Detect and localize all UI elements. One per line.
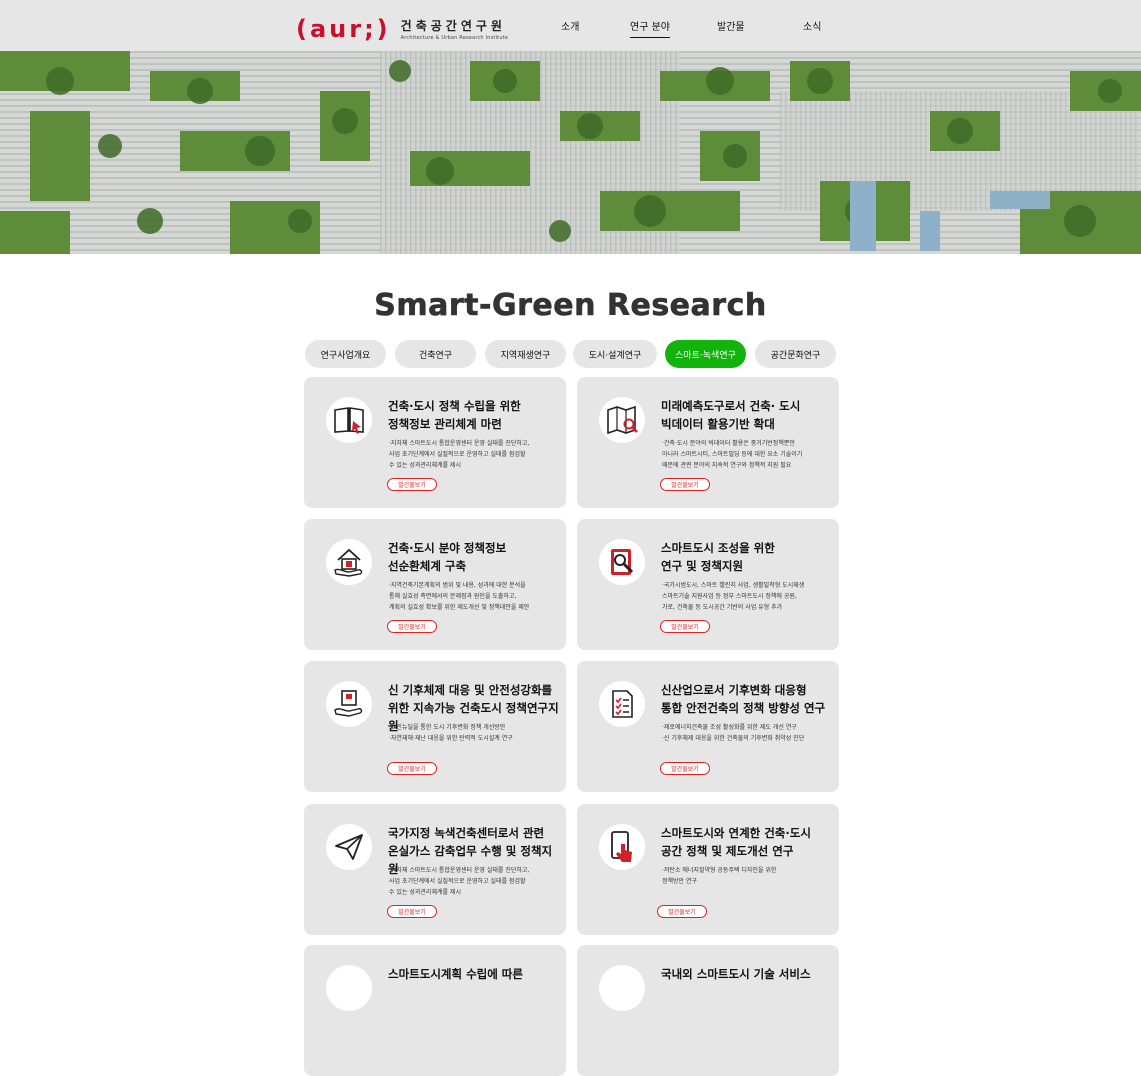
hero-image [0, 51, 1141, 254]
nav-item-research[interactable]: 연구 분야 [630, 18, 670, 38]
tablet-touch-icon [599, 824, 645, 870]
house-hand-icon [326, 539, 372, 585]
research-card: 신 기후체제 대응 및 안전성강화를 위한 지속가능 건축도시 정책연구지원 ·… [304, 661, 566, 792]
card-description: ·저탄소 에너지절약형 공동주택 디자인을 위한 정책방안 연구 [662, 867, 777, 885]
map-search-icon [599, 397, 645, 443]
card-description: ·건축·도시 분야의 빅데이터 활용은 중거기반정책뿐만 아니라 스마트시티, … [662, 440, 803, 469]
logo-name-en: Architecture & Urban Research Institute [400, 35, 509, 41]
view-publication-button[interactable]: 발간물보기 [387, 905, 437, 918]
card-title-line: 국가지정 녹색건축센터로서 관련 [388, 826, 545, 840]
card-description: ·지역건축기본계획의 범위 및 내용, 성과에 대한 분석을 통해 실효성 측면… [389, 582, 530, 611]
card-title-line: 스마트도시와 연계한 건축·도시 [661, 826, 811, 840]
card-title-line: 미래예측도구로서 건축· 도시 [661, 399, 801, 413]
nav-item-intro[interactable]: 소개 [561, 18, 579, 33]
card-title-line: 신 기후체제 대응 및 안전성강화를 [388, 683, 553, 697]
card-description: ·제로에너지건축물 조성 활성화를 위한 제도 개선 연구 ·신 기후체제 대응… [662, 724, 805, 742]
card-title-line: 스마트도시 조성을 위한 [661, 541, 775, 555]
research-card: 스마트도시 조성을 위한 연구 및 정책지원 ·국가시범도시, 스마트 챌린지 … [577, 519, 839, 650]
view-publication-button[interactable]: 발간물보기 [660, 762, 710, 775]
research-card: 신산업으로서 기후변화 대응형 통합 안전건축의 정책 방향성 연구 ·제로에너… [577, 661, 839, 792]
tab-regeneration[interactable]: 지역재생연구 [485, 340, 566, 368]
research-card: 국가지정 녹색건축센터로서 관련 온실가스 감축업무 수행 및 정책지원 ·지자… [304, 804, 566, 935]
site-logo[interactable]: (aur;) 건축공간연구원 Architecture & Urban Rese… [296, 14, 508, 48]
tab-architecture[interactable]: 건축연구 [395, 340, 476, 368]
checklist-icon [599, 681, 645, 727]
card-title-line: 신산업으로서 기후변화 대응형 [661, 683, 807, 697]
view-publication-button[interactable]: 발간물보기 [660, 478, 710, 491]
tab-overview[interactable]: 연구사업개요 [305, 340, 386, 368]
card-title-line: 빅데이터 활용기반 확대 [661, 417, 775, 431]
card-title-line: 선순환체계 구축 [388, 559, 467, 573]
tab-spatial-culture[interactable]: 공간문화연구 [755, 340, 836, 368]
nav-item-publications[interactable]: 발간물 [717, 18, 745, 33]
card-title-line: 통합 안전건축의 정책 방향성 연구 [661, 701, 826, 715]
card-description: ·그린뉴딜을 통한 도시 기후변화 정책 개선방안 ·자연재해·재난 대응을 위… [389, 724, 513, 742]
nav-item-news[interactable]: 소식 [803, 18, 821, 33]
circle-icon [326, 965, 372, 1011]
circle-icon [599, 965, 645, 1011]
view-publication-button[interactable]: 발간물보기 [660, 620, 710, 633]
page-title: Smart-Green Research [374, 288, 767, 324]
box-hand-icon [326, 681, 372, 727]
view-publication-button[interactable]: 발간물보기 [387, 478, 437, 491]
research-card: 건축·도시 정책 수립을 위한 정책정보 관리체계 마련 ·지자체 스마트도시 … [304, 377, 566, 508]
card-title-line: 국내외 스마트도시 기술 서비스 [661, 967, 811, 981]
card-description: ·국가시범도시, 스마트 챌린지 사업, 생활밀착형 도시재생 스마트기술 지원… [662, 582, 805, 611]
paper-plane-icon [326, 824, 372, 870]
card-title-line: 건축·도시 정책 수립을 위한 [388, 399, 521, 413]
card-description: ·지자체 스마트도시 통합운영센터 운영 실태를 진단하고, 사업 초기단계에서… [389, 440, 530, 469]
research-card: 건축·도시 분야 정책정보 선순환체계 구축 ·지역건축기본계획의 범위 및 내… [304, 519, 566, 650]
research-card: 국내외 스마트도시 기술 서비스 [577, 945, 839, 1076]
research-card: 스마트도시와 연계한 건축·도시 공간 정책 및 제도개선 연구 ·저탄소 에너… [577, 804, 839, 935]
card-title-line: 정책정보 관리체계 마련 [388, 417, 502, 431]
tab-urban-design[interactable]: 도시·설계연구 [573, 340, 657, 368]
logo-name-ko: 건축공간연구원 [400, 19, 506, 33]
research-tabs: 연구사업개요 건축연구 지역재생연구 도시·설계연구 스마트·녹색연구 공간문화… [305, 340, 837, 368]
logo-mark: (aur;) [296, 15, 391, 43]
aerial-park-illustration [0, 51, 1141, 254]
card-description: ·지자체 스마트도시 통합운영센터 운영 실태를 진단하고, 사업 초기단계에서… [389, 867, 530, 896]
view-publication-button[interactable]: 발간물보기 [387, 762, 437, 775]
research-card: 미래예측도구로서 건축· 도시 빅데이터 활용기반 확대 ·건축·도시 분야의 … [577, 377, 839, 508]
card-title-line: 연구 및 정책지원 [661, 559, 744, 573]
card-title-line: 공간 정책 및 제도개선 연구 [661, 844, 794, 858]
view-publication-button[interactable]: 발간물보기 [387, 620, 437, 633]
card-title-line: 스마트도시계획 수립에 따른 [388, 967, 523, 981]
book-icon [326, 397, 372, 443]
document-search-icon [599, 539, 645, 585]
research-card: 스마트도시계획 수립에 따른 [304, 945, 566, 1076]
tab-smart-green[interactable]: 스마트·녹색연구 [665, 340, 746, 368]
card-title-line: 건축·도시 분야 정책정보 [388, 541, 507, 555]
site-header: (aur;) 건축공간연구원 Architecture & Urban Rese… [0, 0, 1141, 51]
view-publication-button[interactable]: 발간물보기 [657, 905, 707, 918]
